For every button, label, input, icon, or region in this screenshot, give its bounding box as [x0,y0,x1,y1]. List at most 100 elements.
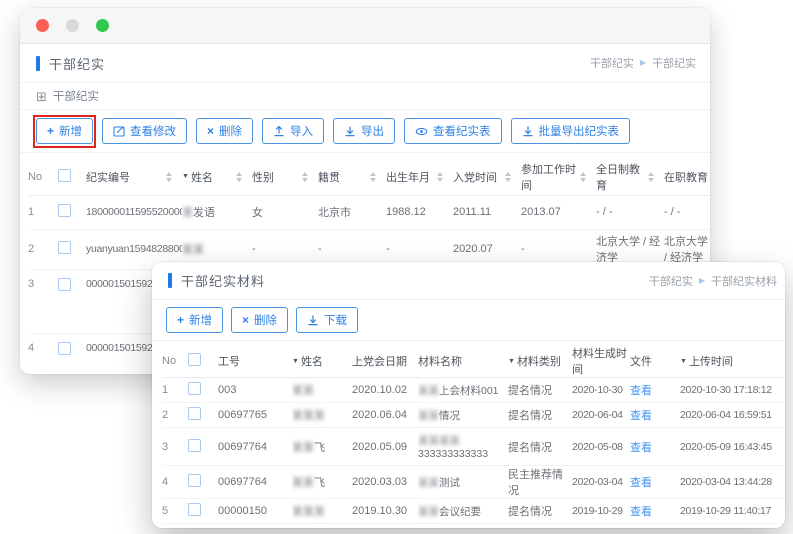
col-label: 全日制教育 [596,161,648,193]
cell-native-place: 北京市 [318,195,386,229]
button-label: 删除 [254,312,277,328]
cell-select [58,195,86,229]
sort-icon[interactable] [166,172,172,182]
view-record-sheet-button[interactable]: 查看纪实表 [404,118,502,144]
redacted-text: 某某某 [292,506,325,518]
cell-select [188,524,218,529]
col-label: 材料生成时间 [572,348,627,376]
download-button[interactable]: 下载 [296,307,358,333]
table-row: 3 00697764 某某飞 2020.05.09 某某某某3333333333… [162,428,785,466]
sort-icon[interactable] [505,172,511,182]
sort-icon[interactable] [648,172,654,182]
row-checkbox[interactable] [188,503,201,516]
filter-icon[interactable]: ▼ [292,358,299,365]
row-checkbox[interactable] [58,278,71,291]
col-name: ▼姓名 [292,345,352,378]
breadcrumb: 干部纪实 ▶ 干部纪实材料 [649,273,777,289]
button-label: 导入 [290,123,313,139]
breadcrumb-root[interactable]: 干部纪实 [590,55,634,71]
row-checkbox[interactable] [188,474,201,487]
select-all-checkbox[interactable] [188,353,201,366]
add-button[interactable]: + 新增 [36,118,93,144]
view-link[interactable]: 查看 [630,477,652,489]
view-link[interactable]: 查看 [630,506,652,518]
cell-uploaded: 2020-05-09 16:43:45 [680,428,785,466]
col-emp-id: 工号 [218,345,292,378]
cell-generated: 2019-10-29 [572,499,630,524]
sort-icon[interactable] [580,172,586,182]
cell-party-join: 2011.11 [453,195,521,229]
cell-material-name: 某某上会材料001 [418,378,508,403]
sort-icon[interactable] [302,172,308,182]
cell-select [188,403,218,428]
delete-button[interactable]: × 删除 [196,118,253,144]
download-icon [344,125,356,137]
traffic-light-minimize-icon[interactable] [66,19,79,32]
cell-no: 4 [162,466,188,499]
button-label: 新增 [189,312,212,328]
cell-no: 3 [28,269,58,333]
add-button[interactable]: + 新增 [166,307,223,333]
back-toolbar: + 新增 查看修改 × 删除 导入 导出 查看纪实表 批量导出纪实表 [20,110,710,153]
material-text: 上会材料001 [439,385,499,397]
row-checkbox[interactable] [58,204,71,217]
traffic-light-zoom-icon[interactable] [96,19,109,32]
cell-uploaded: 2020-03-04 13:44:28 [680,466,785,499]
export-button[interactable]: 导出 [333,118,395,144]
traffic-light-close-icon[interactable] [36,19,49,32]
sort-icon[interactable] [236,172,242,182]
page-title-row: 干部纪实 干部纪实 ▶ 干部纪实 [20,44,710,83]
grid-icon: ⊞ [36,90,47,103]
filter-icon[interactable]: ▼ [182,173,189,180]
button-label: 新增 [59,123,82,139]
filter-icon[interactable]: ▼ [680,358,687,365]
breadcrumb: 干部纪实 ▶ 干部纪实 [590,55,696,71]
select-all-checkbox[interactable] [58,169,71,182]
row-checkbox[interactable] [188,382,201,395]
col-label: 材料名称 [418,356,462,368]
cell-material-type: 提名情况 [508,378,572,403]
cell-name: 某发语 [182,195,252,229]
breadcrumb-arrow-icon: ▶ [699,277,705,285]
cell-material-type: 提名情况 [508,403,572,428]
row-checkbox[interactable] [58,241,71,254]
table-row: 4 00697764 某某飞 2020.03.03 某某测试 民主推荐情况 20… [162,466,785,499]
cell-meeting-date: 2019.10.30 [352,524,418,529]
view-link[interactable]: 查看 [630,385,652,397]
cell-name: 某某飞 [292,428,352,466]
col-gender: 性别 [252,159,318,195]
cell-generated: 2020-03-04 [572,466,630,499]
col-label: 性别 [252,169,274,185]
front-toolbar: + 新增 × 删除 下载 [152,300,785,341]
row-checkbox[interactable] [188,407,201,420]
filter-icon[interactable]: ▼ [508,358,515,365]
sort-icon[interactable] [437,172,443,182]
cell-generated: 2019-10-29 [572,524,630,529]
view-edit-button[interactable]: 查看修改 [102,118,187,144]
cell-name: 某某某 [292,499,352,524]
row-checkbox[interactable] [188,439,201,452]
col-label: 纪实编号 [86,169,130,185]
row-checkbox[interactable] [58,342,71,355]
col-label: 工号 [218,356,240,368]
materials-table: No 工号 ▼姓名 上党会日期 材料名称 ▼材料类别 材料生成时间 文件 ▼上传… [162,345,785,528]
breadcrumb-arrow-icon: ▶ [640,59,646,67]
sort-icon[interactable] [370,172,376,182]
button-label: 下载 [324,312,347,328]
redacted-text: 某 [182,207,193,219]
col-label: 上党会日期 [352,356,407,368]
col-party-join: 入党时间 [453,159,521,195]
button-label: 批量导出纪实表 [539,123,620,139]
view-link[interactable]: 查看 [630,410,652,422]
breadcrumb-root[interactable]: 干部纪实 [649,273,693,289]
import-button[interactable]: 导入 [262,118,324,144]
redacted-text: 某某 [418,506,439,518]
cell-select [58,333,86,374]
cell-file: 查看 [630,403,680,428]
table-row: 1 003 某某 2020.10.02 某某上会材料001 提名情况 2020-… [162,378,785,403]
batch-export-button[interactable]: 批量导出纪实表 [511,118,631,144]
col-work-start: 参加工作时间 [521,159,596,195]
delete-button[interactable]: × 删除 [231,307,288,333]
cell-material-name: 某某测试 [418,466,508,499]
view-link[interactable]: 查看 [630,442,652,454]
